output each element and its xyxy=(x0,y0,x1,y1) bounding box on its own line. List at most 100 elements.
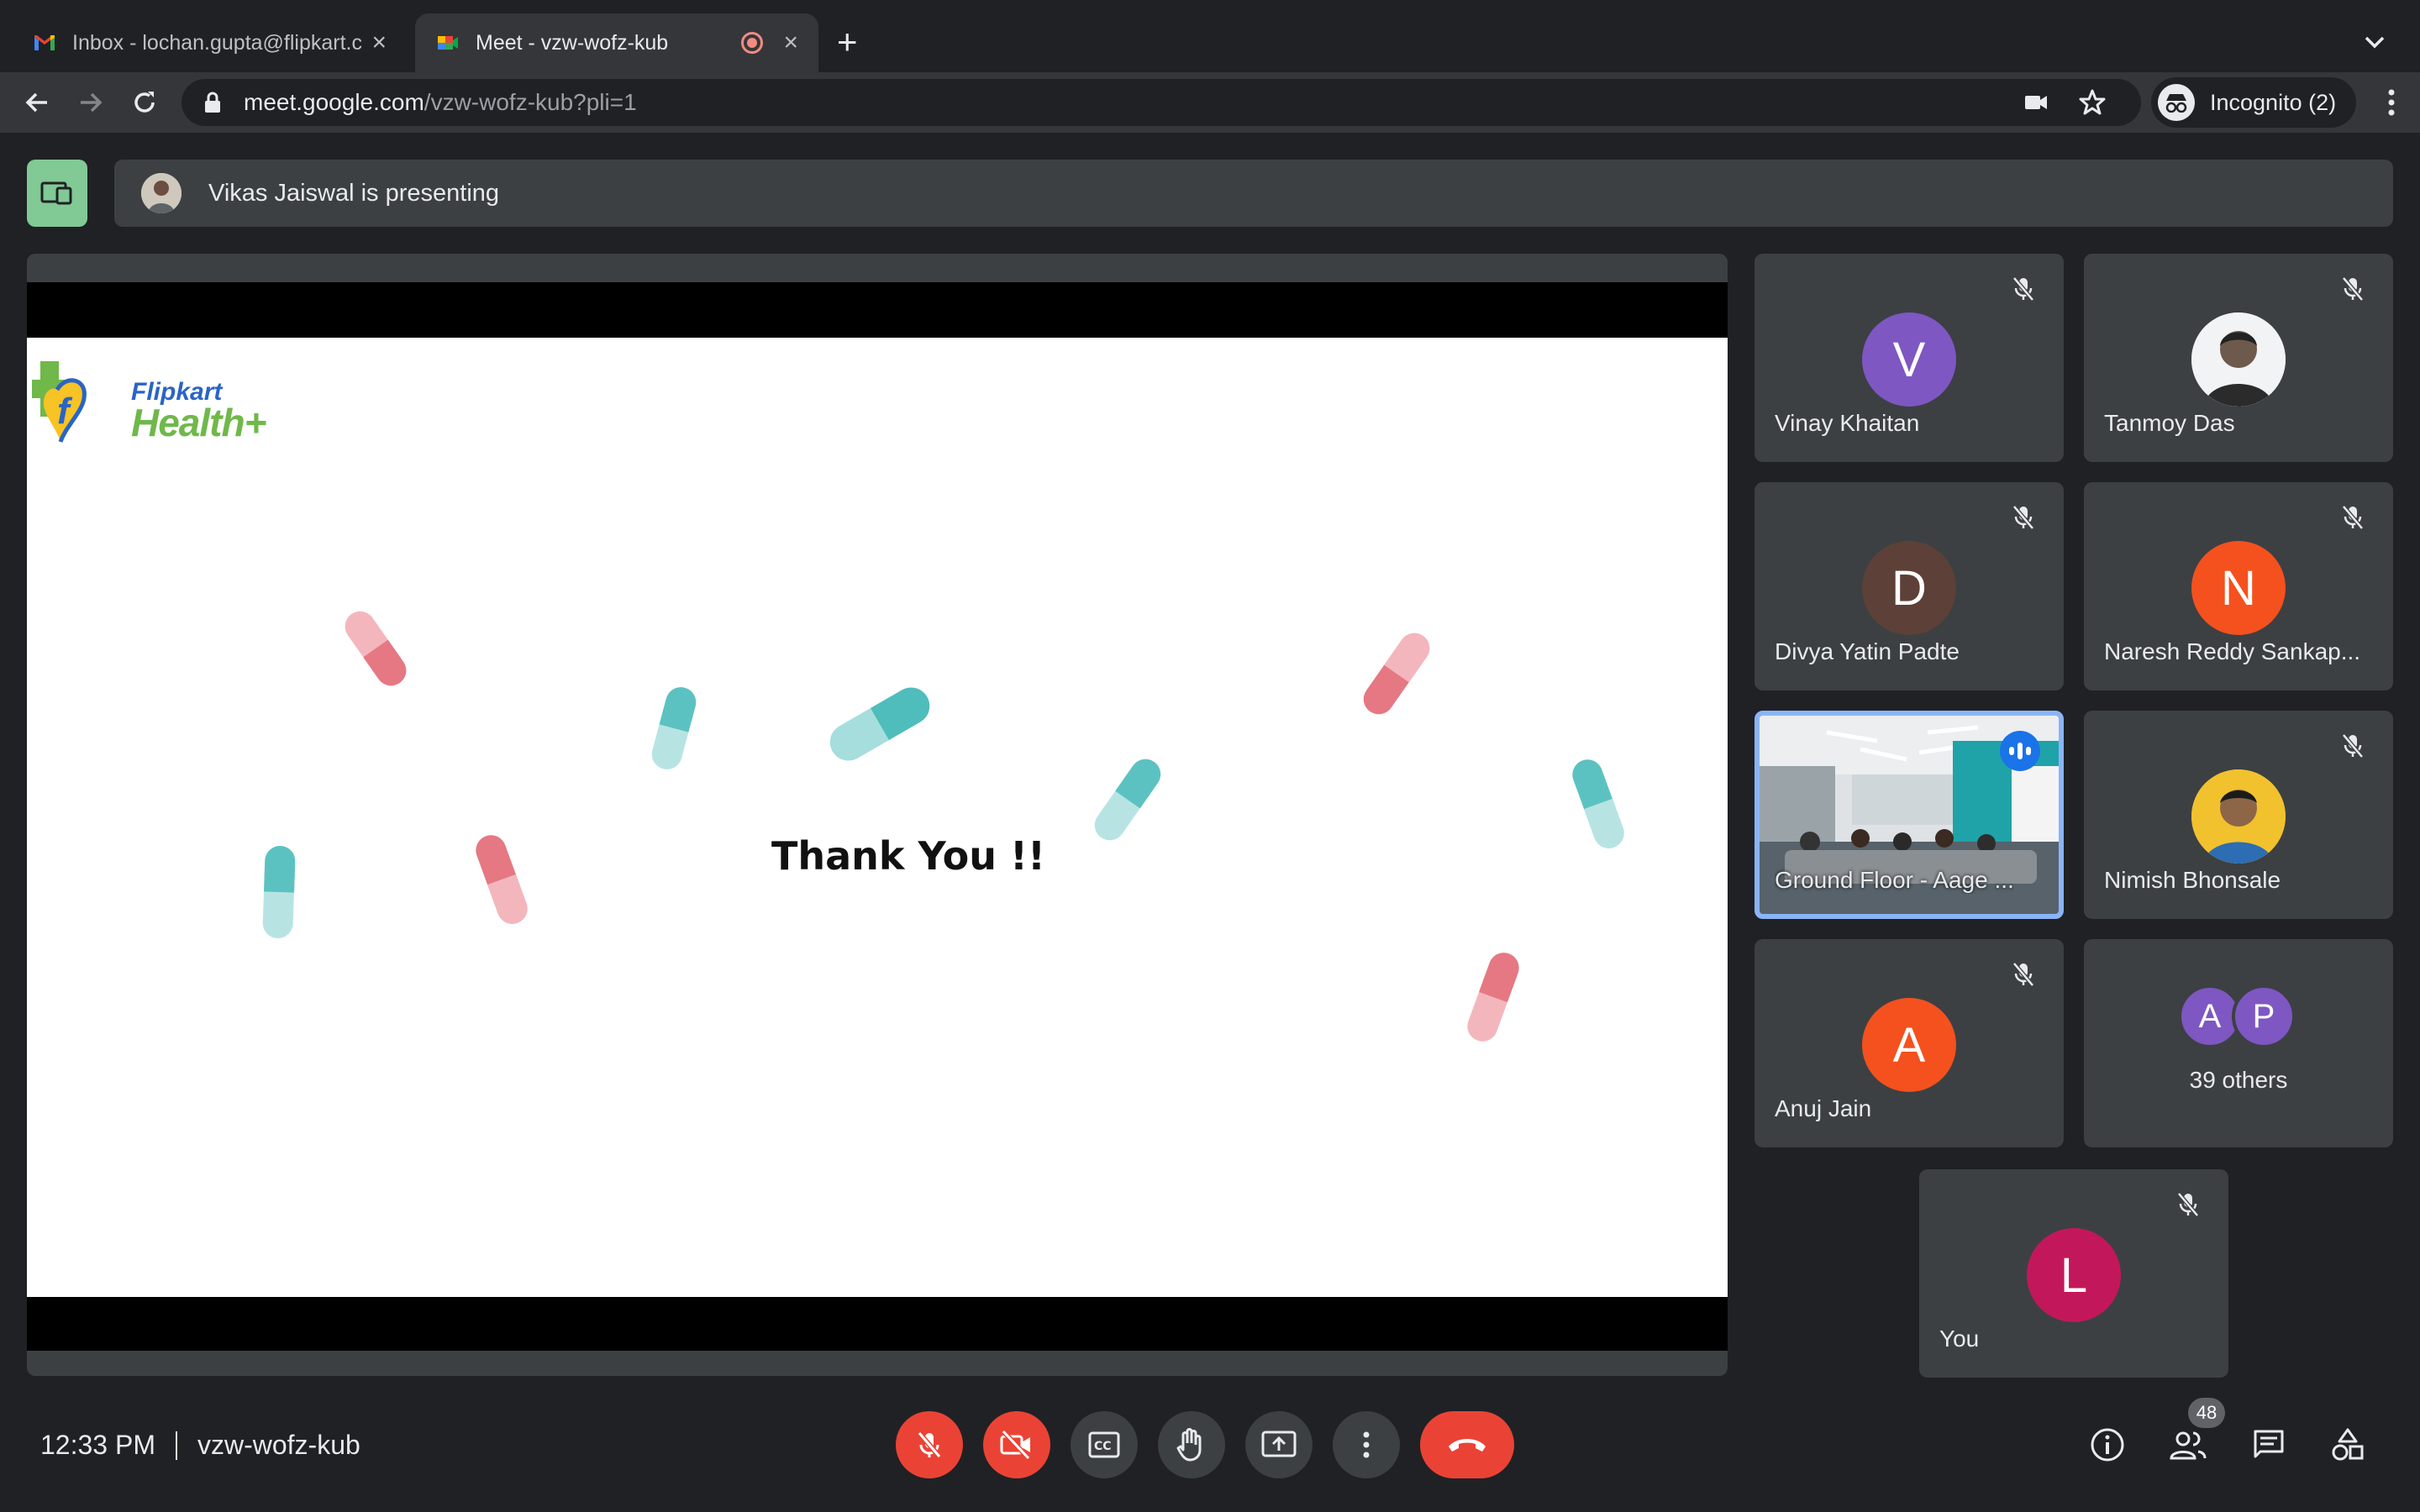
presenting-text: Vikas Jaiswal is presenting xyxy=(208,179,500,207)
participant-tile-speaking[interactable]: Ground Floor - Aage ... xyxy=(1754,711,2064,919)
self-tile[interactable]: L You xyxy=(1919,1169,2228,1378)
others-count-label: 39 others xyxy=(2189,1067,2288,1093)
speaking-indicator-icon xyxy=(2000,731,2040,771)
activities-shapes-icon xyxy=(2332,1428,2364,1461)
pill-icon xyxy=(345,611,407,686)
info-icon xyxy=(2091,1428,2124,1462)
letterbox-bottom xyxy=(27,1297,1728,1351)
forward-arrow-icon xyxy=(81,92,103,113)
incognito-profile-button[interactable]: Incognito (2) xyxy=(2151,77,2357,128)
participant-tile[interactable]: N Naresh Reddy Sankap... xyxy=(2084,482,2393,690)
back-button[interactable] xyxy=(18,84,55,121)
url-host: meet.google.com xyxy=(244,89,424,115)
participant-tile[interactable]: A Anuj Jain xyxy=(1754,939,2064,1147)
pill-icon xyxy=(476,835,528,924)
back-arrow-icon xyxy=(25,92,47,113)
divider xyxy=(175,1431,177,1460)
participant-tile[interactable]: Nimish Bhonsale xyxy=(2084,711,2393,919)
forward-button[interactable] xyxy=(72,84,109,121)
meeting-controls-bar: 12:33 PM vzw-wofz-kub CC 48 xyxy=(0,1394,2420,1512)
people-icon xyxy=(2170,1431,2207,1460)
presentation-layout-button[interactable] xyxy=(27,160,87,227)
present-screen-icon xyxy=(40,181,72,205)
url-text[interactable]: meet.google.com/vzw-wofz-kub?pli=1 xyxy=(244,89,637,116)
meeting-info: 12:33 PM vzw-wofz-kub xyxy=(40,1430,360,1461)
incognito-label: Incognito (2) xyxy=(2210,89,2337,115)
participant-tile[interactable]: Tanmoy Das xyxy=(2084,254,2393,462)
hang-up-icon xyxy=(1449,1439,1486,1452)
captions-button[interactable]: CC xyxy=(1071,1411,1138,1478)
participant-name: Nimish Bhonsale xyxy=(2104,867,2281,893)
address-bar[interactable]: meet.google.com/vzw-wofz-kub?pli=1 xyxy=(182,79,2141,126)
participant-tile[interactable]: V Vinay Khaitan xyxy=(1754,254,2064,462)
raise-hand-button[interactable] xyxy=(1158,1411,1225,1478)
microphone-toggle-button[interactable] xyxy=(896,1411,963,1478)
others-tile[interactable]: A P 39 others xyxy=(2084,939,2393,1147)
participant-name: Tanmoy Das xyxy=(2104,410,2235,436)
tab-gmail[interactable]: Inbox - lochan.gupta@flipkart.c × xyxy=(12,13,407,72)
recording-icon xyxy=(741,32,763,54)
more-vert-icon xyxy=(1363,1431,1370,1458)
tab-title: Meet - vzw-wofz-kub xyxy=(476,30,669,55)
activities-button[interactable] xyxy=(2324,1421,2371,1468)
people-button[interactable] xyxy=(2165,1421,2212,1468)
mic-off-icon xyxy=(917,1431,942,1458)
pill-icon xyxy=(1363,633,1430,715)
gmail-icon xyxy=(34,35,55,50)
chat-button[interactable] xyxy=(2245,1421,2292,1468)
meeting-details-button[interactable] xyxy=(2084,1421,2131,1468)
bookmark-star-icon[interactable] xyxy=(2077,87,2107,118)
participant-name: Vinay Khaitan xyxy=(1775,410,1920,436)
meeting-time: 12:33 PM xyxy=(40,1430,155,1460)
incognito-icon xyxy=(2158,84,2195,121)
new-tab-button[interactable]: + xyxy=(837,22,858,62)
tab-meet[interactable]: Meet - vzw-wofz-kub × xyxy=(415,13,818,72)
participant-name: Ground Floor - Aage ... xyxy=(1775,867,2014,893)
leave-call-button[interactable] xyxy=(1420,1411,1514,1478)
mic-off-icon xyxy=(2012,505,2034,530)
mic-off-icon xyxy=(2012,962,2034,987)
avatar xyxy=(2191,312,2286,407)
tab-search-icon[interactable] xyxy=(2358,25,2391,59)
avatar: L xyxy=(2027,1228,2121,1322)
browser-menu-icon[interactable] xyxy=(2386,86,2396,119)
participant-name: Anuj Jain xyxy=(1775,1095,1872,1121)
pill-icon xyxy=(262,846,296,938)
mic-off-icon xyxy=(2342,733,2364,759)
present-screen-icon xyxy=(1261,1431,1297,1457)
avatar: P xyxy=(2232,984,2296,1048)
pill-icon xyxy=(651,687,697,769)
slide-thank-you-text: Thank You !! xyxy=(771,833,1045,879)
present-now-button[interactable] xyxy=(1245,1411,1313,1478)
logo-product-text: Health+ xyxy=(131,401,266,444)
url-path: /vzw-wofz-kub?pli=1 xyxy=(424,89,637,115)
meeting-code: vzw-wofz-kub xyxy=(197,1430,360,1460)
close-icon[interactable]: × xyxy=(371,29,387,57)
svg-text:CC: CC xyxy=(1094,1440,1112,1453)
others-avatars: A P xyxy=(2178,984,2304,1052)
browser-toolbar: meet.google.com/vzw-wofz-kub?pli=1 Incog… xyxy=(0,72,2420,133)
avatar: A xyxy=(1862,998,1956,1092)
participant-tile[interactable]: D Divya Yatin Padte xyxy=(1754,482,2064,690)
presenting-banner: Vikas Jaiswal is presenting xyxy=(114,160,2393,227)
avatar xyxy=(2191,769,2286,864)
participant-name: You xyxy=(1939,1326,1980,1352)
camera-blocked-icon[interactable] xyxy=(2023,91,2049,114)
hand-icon xyxy=(1176,1428,1202,1462)
lock-icon[interactable] xyxy=(203,91,222,114)
participant-count-badge: 48 xyxy=(2188,1398,2225,1428)
mic-off-icon xyxy=(2342,276,2364,302)
pill-icon xyxy=(1467,953,1519,1042)
pill-icon xyxy=(1572,759,1624,848)
mic-off-icon xyxy=(2342,505,2364,530)
more-options-button[interactable] xyxy=(1333,1411,1400,1478)
camera-toggle-button[interactable] xyxy=(983,1411,1050,1478)
avatar: N xyxy=(2191,541,2286,635)
pill-icon xyxy=(829,687,930,761)
mic-off-icon xyxy=(2012,276,2034,302)
presenter-avatar xyxy=(141,173,182,213)
close-icon[interactable]: × xyxy=(783,29,798,57)
meet-icon xyxy=(438,36,458,50)
chat-icon xyxy=(2254,1430,2284,1458)
reload-button[interactable] xyxy=(126,84,163,121)
